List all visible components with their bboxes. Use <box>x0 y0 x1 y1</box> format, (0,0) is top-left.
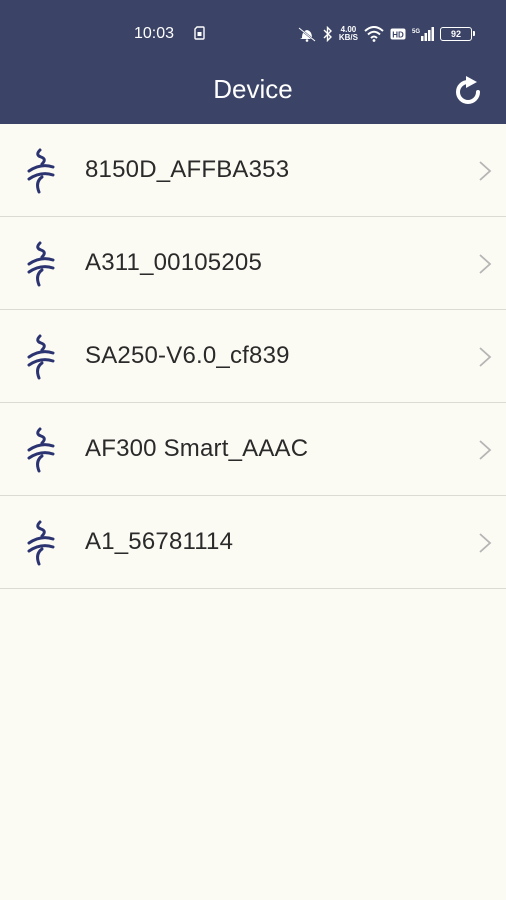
svg-text:HD: HD <box>392 31 404 40</box>
battery-level: 92 <box>450 29 461 39</box>
wifi-icon <box>364 26 384 42</box>
device-name: SA250-V6.0_cf839 <box>85 342 290 369</box>
wave-device-icon <box>27 148 55 194</box>
device-list: 8150D_AFFBA353 A311_00105205 SA250-V6.0_cf… <box>0 124 506 589</box>
net-speed-unit: KB/S <box>338 33 358 42</box>
chevron-right-icon <box>479 161 492 181</box>
refresh-icon <box>456 76 480 104</box>
device-row[interactable]: A311_00105205 <box>0 217 506 310</box>
device-name: A1_56781114 <box>85 528 234 555</box>
wave-device-icon <box>27 520 55 566</box>
status-icons: 4.00 KB/S HD 5G 92 <box>297 22 475 46</box>
refresh-button[interactable] <box>448 72 488 112</box>
wave-device-icon <box>27 334 55 380</box>
page-title: Device <box>213 74 293 104</box>
mute-bell-icon <box>298 27 316 42</box>
battery-icon: 92 <box>440 27 475 41</box>
device-name: 8150D_AFFBA353 <box>85 156 290 183</box>
svg-text:5G: 5G <box>412 29 420 35</box>
wave-device-icon <box>27 427 55 473</box>
hd-icon: HD <box>390 28 406 40</box>
bluetooth-icon <box>323 26 332 42</box>
device-name: AF300 Smart_AAAC <box>85 435 309 462</box>
chevron-right-icon <box>479 533 492 553</box>
device-row[interactable]: A1_56781114 <box>0 496 506 589</box>
device-name: A311_00105205 <box>85 249 262 276</box>
chevron-right-icon <box>479 347 492 367</box>
status-bar: 10:03 4.00 KB/S HD 5G 92 <box>0 0 506 68</box>
device-row[interactable]: 8150D_AFFBA353 <box>0 124 506 217</box>
device-row[interactable]: SA250-V6.0_cf839 <box>0 310 506 403</box>
cell-signal-icon: 5G <box>412 27 434 41</box>
chevron-right-icon <box>479 440 492 460</box>
chevron-right-icon <box>479 254 492 274</box>
sim-card-icon <box>194 26 205 40</box>
status-clock: 10:03 <box>134 25 175 42</box>
wave-device-icon <box>27 241 55 287</box>
device-row[interactable]: AF300 Smart_AAAC <box>0 403 506 496</box>
app-header: 10:03 4.00 KB/S HD 5G 92 Device <box>0 0 506 124</box>
net-speed-indicator: 4.00 KB/S <box>339 26 358 42</box>
